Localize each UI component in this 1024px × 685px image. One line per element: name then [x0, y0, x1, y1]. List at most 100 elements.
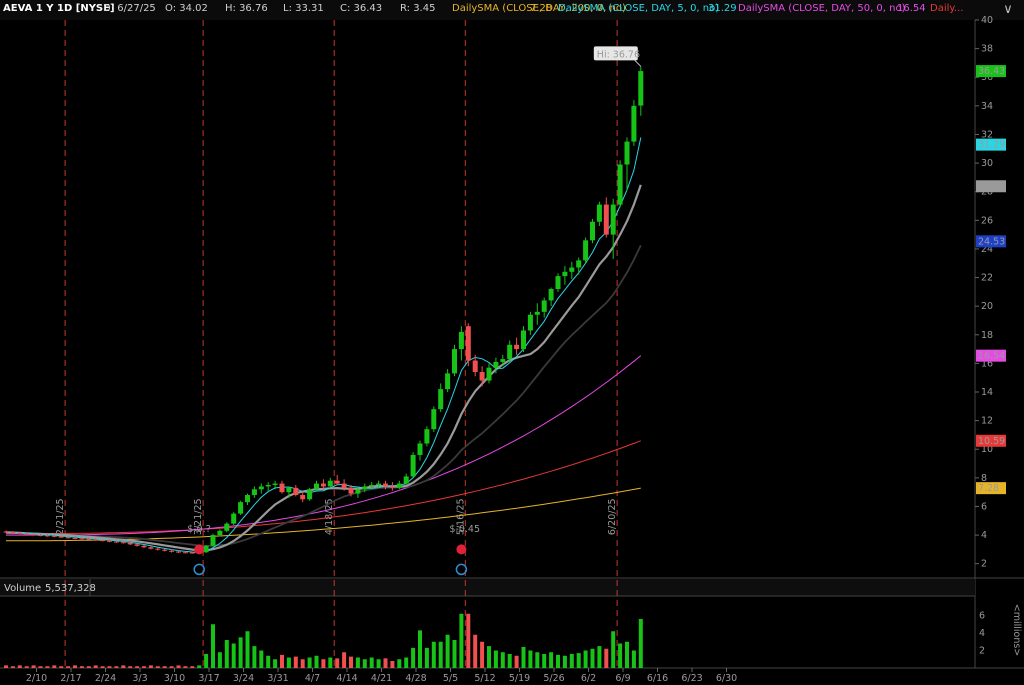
- volume-bar: [493, 650, 498, 668]
- volume-bar: [611, 631, 616, 668]
- volume-bar: [155, 666, 160, 668]
- time-tick-label: 4/7: [305, 673, 320, 684]
- price-tick-label: 4: [981, 530, 987, 541]
- volume-bar: [266, 655, 271, 668]
- volume-bar: [307, 657, 312, 668]
- volume-bar: [459, 613, 464, 668]
- earnings-event-icon: [194, 544, 205, 555]
- volume-tick-label: 4: [979, 628, 985, 639]
- candle-body: [93, 539, 99, 541]
- volume-bar: [390, 661, 395, 668]
- candle-body: [369, 485, 375, 487]
- candle-body: [555, 276, 561, 289]
- volume-bar: [466, 613, 471, 668]
- volume-bar: [224, 640, 229, 668]
- candle-body: [314, 483, 319, 490]
- volume-bar: [562, 655, 567, 668]
- candle-body: [44, 535, 50, 537]
- candle-body: [231, 513, 237, 524]
- candle-body: [500, 359, 506, 362]
- time-tick-label: 6/16: [647, 673, 668, 684]
- candle-body: [334, 480, 340, 484]
- price-axis-label: 7.28: [978, 483, 999, 494]
- candle-body: [445, 373, 451, 390]
- volume-bar: [411, 647, 416, 668]
- candle-body: [583, 240, 589, 261]
- volume-bar: [204, 654, 209, 668]
- price-chart[interactable]: 246810121416182022242628303234363840246<…: [0, 0, 1024, 685]
- candle-body: [265, 485, 271, 487]
- volume-bar: [445, 634, 450, 668]
- candle-body: [86, 538, 92, 540]
- volume-bar: [576, 653, 581, 668]
- volume-bar: [148, 665, 153, 668]
- candle-body: [58, 536, 64, 538]
- candle-body: [383, 483, 388, 487]
- price-tick-label: 2: [981, 559, 987, 570]
- event-line-date: 2/21/25: [55, 498, 66, 535]
- volume-bar: [514, 655, 519, 668]
- price-axis-label: 28.38: [978, 181, 1005, 192]
- time-tick-label: 4/14: [336, 673, 357, 684]
- time-tick-label: 6/30: [716, 673, 737, 684]
- volume-bar: [211, 624, 215, 668]
- candle-body: [348, 487, 354, 494]
- price-tick-label: 38: [981, 44, 993, 55]
- price-tick-label: 26: [981, 215, 993, 226]
- candle-body: [431, 409, 437, 430]
- candle-body: [10, 532, 16, 534]
- volume-bar: [52, 665, 57, 668]
- candle-body: [631, 105, 637, 142]
- volume-bar: [625, 641, 629, 668]
- volume-bar: [183, 666, 188, 668]
- candle-body: [169, 550, 175, 552]
- candle-body: [603, 204, 609, 235]
- candle-body: [438, 389, 444, 410]
- volume-bar: [452, 640, 457, 668]
- time-tick-label: 2/10: [26, 673, 47, 684]
- candle-body: [224, 523, 230, 531]
- candle-body: [134, 544, 140, 546]
- volume-bar: [383, 658, 388, 668]
- time-tick-label: 4/28: [405, 673, 426, 684]
- candle-body: [238, 502, 244, 514]
- candle-body: [576, 260, 582, 268]
- candle-body: [417, 443, 423, 455]
- candle-body: [286, 487, 292, 493]
- candle-body: [79, 538, 85, 540]
- time-tick-label: 5/12: [474, 673, 495, 684]
- volume-bar: [431, 641, 436, 668]
- price-axis-label: 36.43: [978, 66, 1005, 77]
- time-tick-label: 5/26: [543, 673, 564, 684]
- candle-body: [465, 326, 471, 361]
- candle-body: [300, 495, 306, 500]
- candle-body: [507, 344, 513, 360]
- price-tick-label: 14: [981, 387, 993, 398]
- candle-body: [534, 311, 540, 315]
- volume-bar: [142, 666, 146, 668]
- volume-bar: [487, 646, 491, 668]
- volume-bar: [121, 665, 126, 668]
- candle-body: [320, 483, 326, 487]
- volume-bar: [73, 665, 77, 668]
- volume-bar: [259, 650, 264, 668]
- candle-body: [120, 542, 126, 544]
- candle-body: [486, 367, 492, 381]
- candle-body: [624, 141, 630, 165]
- volume-bar: [93, 665, 98, 668]
- volume-bar: [556, 654, 560, 668]
- candle-body: [155, 548, 161, 550]
- price-axis-label: 24.53: [978, 236, 1005, 247]
- candle-body: [562, 271, 568, 277]
- volume-tick-label: 6: [979, 611, 985, 622]
- candle-body: [293, 487, 299, 496]
- candle-body: [38, 535, 43, 537]
- candle-body: [113, 541, 119, 543]
- candle-body: [403, 476, 409, 484]
- time-tick-label: 5/5: [443, 673, 458, 684]
- volume-bar: [169, 666, 174, 668]
- time-tick-label: 3/3: [132, 673, 147, 684]
- candle-body: [521, 330, 526, 350]
- candle-body: [307, 489, 313, 500]
- volume-bar: [438, 641, 443, 668]
